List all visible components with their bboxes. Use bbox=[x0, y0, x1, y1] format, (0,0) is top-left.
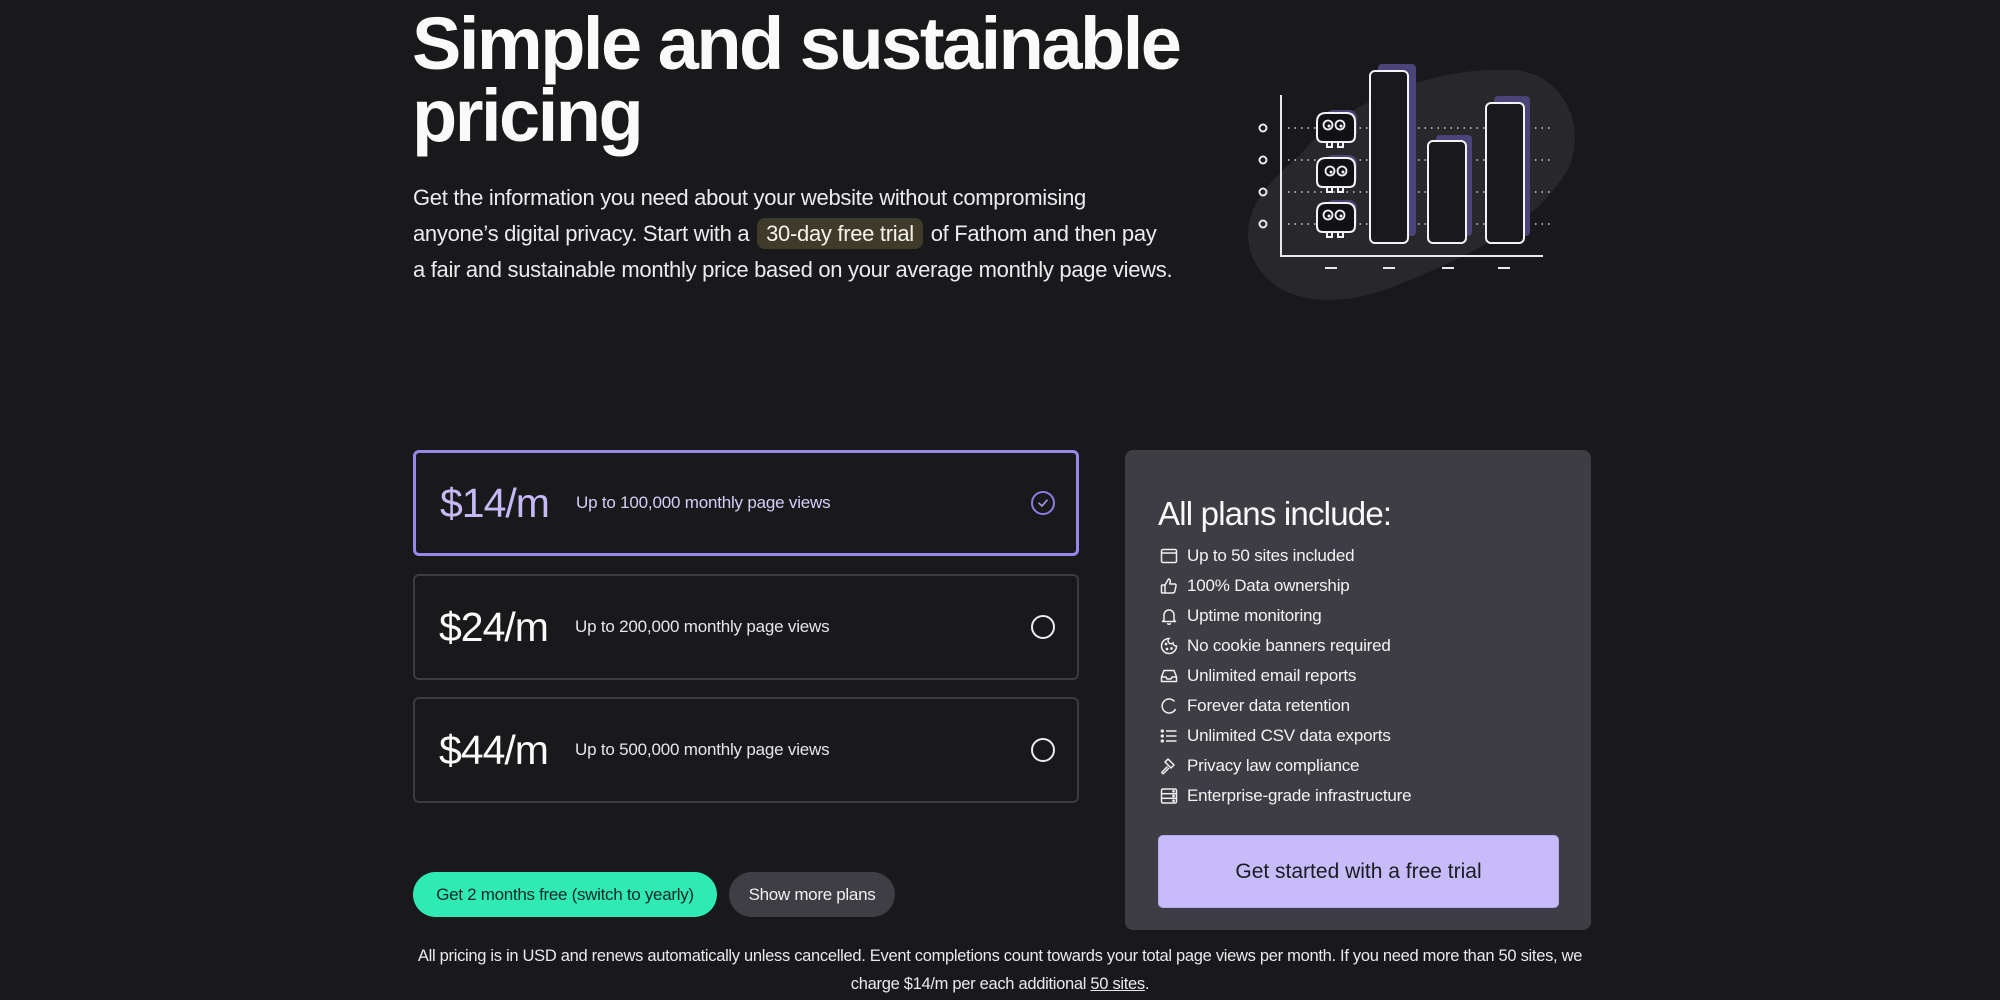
plan-price: $24/m bbox=[439, 603, 549, 650]
server-icon bbox=[1160, 788, 1178, 804]
plan-description: Up to 500,000 monthly page views bbox=[575, 740, 830, 759]
cookie-icon bbox=[1160, 637, 1178, 655]
pricing-footnote: All pricing is in USD and renews automat… bbox=[417, 947, 1583, 993]
radio-icon[interactable] bbox=[1031, 738, 1055, 762]
list-icon bbox=[1160, 729, 1177, 743]
page-title: Simple and sustainable pricing bbox=[412, 2, 1182, 157]
gavel-icon bbox=[1161, 758, 1175, 775]
feature-item: Up to 50 sites included bbox=[1159, 541, 1411, 571]
inbox-icon bbox=[1160, 669, 1178, 683]
bell-icon bbox=[1161, 609, 1177, 625]
mascot-icon bbox=[1316, 110, 1357, 148]
mascot-stack bbox=[1316, 110, 1357, 238]
radio-icon[interactable] bbox=[1031, 615, 1055, 639]
feature-item: No cookie banners required bbox=[1159, 631, 1411, 661]
plan-option-14[interactable]: $14/m Up to 100,000 monthly page views bbox=[413, 450, 1079, 556]
plan-description: Up to 100,000 monthly page views bbox=[576, 493, 831, 512]
mascot-icon bbox=[1316, 155, 1357, 193]
thumbs-up-icon bbox=[1160, 578, 1177, 594]
plan-option-44[interactable]: $44/m Up to 500,000 monthly page views bbox=[413, 697, 1079, 803]
free-trial-cta-button[interactable]: Get started with a free trial bbox=[1158, 835, 1559, 908]
feature-item: Privacy law compliance bbox=[1159, 751, 1411, 781]
circle-icon bbox=[1161, 698, 1177, 714]
switch-yearly-button[interactable]: Get 2 months free (switch to yearly) bbox=[413, 872, 717, 917]
show-more-plans-button[interactable]: Show more plans bbox=[729, 872, 895, 917]
feature-item: Unlimited CSV data exports bbox=[1159, 721, 1411, 751]
bar-2 bbox=[1427, 140, 1467, 244]
feature-item: Forever data retention bbox=[1159, 691, 1411, 721]
hero-description: Get the information you need about your … bbox=[413, 180, 1173, 288]
free-trial-highlight: 30-day free trial bbox=[757, 218, 923, 249]
plan-price: $14/m bbox=[440, 479, 550, 526]
panel-title: All plans include: bbox=[1158, 495, 1392, 532]
browser-window-icon bbox=[1160, 548, 1178, 564]
feature-item: Uptime monitoring bbox=[1159, 601, 1411, 631]
bar-1 bbox=[1369, 70, 1409, 244]
feature-item: 100% Data ownership bbox=[1159, 571, 1411, 601]
feature-item: Enterprise-grade infrastructure bbox=[1159, 781, 1412, 811]
plan-option-24[interactable]: $24/m Up to 200,000 monthly page views bbox=[413, 574, 1079, 680]
plan-description: Up to 200,000 monthly page views bbox=[575, 617, 830, 636]
bar-3 bbox=[1485, 102, 1525, 244]
feature-item: Unlimited email reports bbox=[1159, 661, 1411, 691]
chart-illustration bbox=[1248, 64, 1575, 300]
feature-list: Up to 50 sites included 100% Data owners… bbox=[1159, 541, 1412, 811]
additional-sites-link[interactable]: 50 sites bbox=[1090, 975, 1145, 993]
check-circle-icon[interactable] bbox=[1031, 491, 1055, 515]
mascot-icon bbox=[1316, 200, 1357, 238]
plan-price: $44/m bbox=[439, 726, 549, 773]
all-plans-include-panel: All plans include: Up to 50 sites includ… bbox=[1125, 450, 1591, 930]
